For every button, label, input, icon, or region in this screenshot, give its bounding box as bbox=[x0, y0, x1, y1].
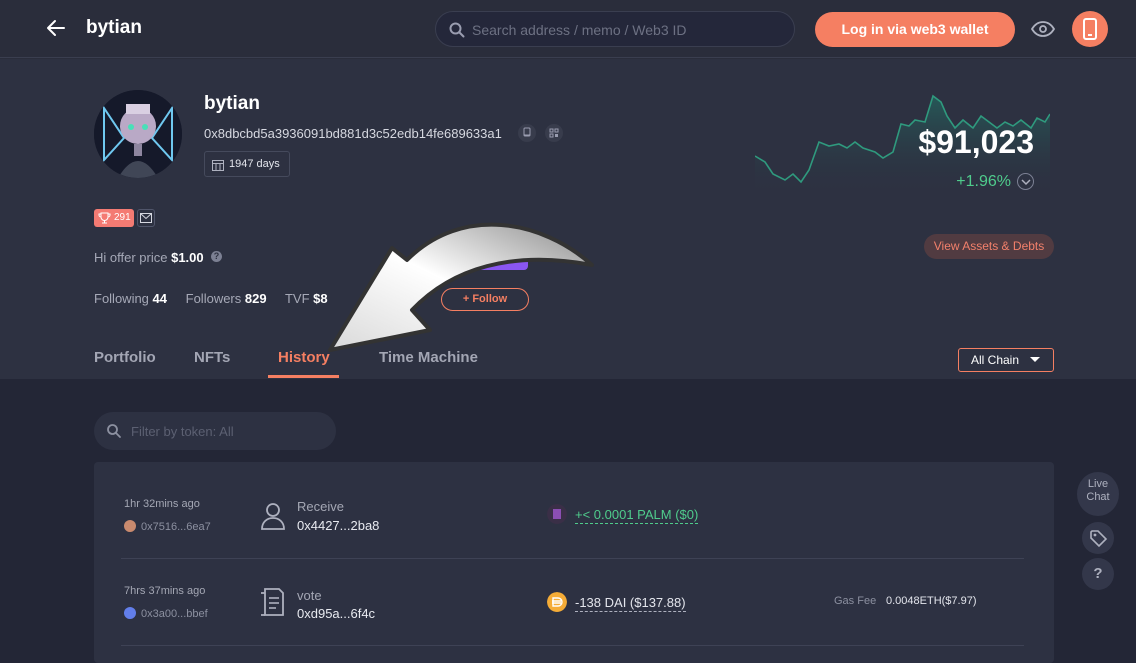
offer-value: $1.00 bbox=[171, 250, 204, 265]
offer-price: Hi offer price $1.00 bbox=[94, 250, 204, 265]
search-icon bbox=[107, 424, 121, 438]
calendar-icon bbox=[212, 160, 224, 171]
phone-icon bbox=[1083, 18, 1097, 40]
history-amount[interactable]: +< 0.0001 PALM ($0) bbox=[575, 507, 699, 524]
back-arrow-icon[interactable] bbox=[44, 16, 68, 40]
login-button[interactable]: Log in via web3 wallet bbox=[815, 12, 1015, 47]
chevron-down-icon[interactable] bbox=[1017, 173, 1034, 190]
help-icon[interactable]: ? bbox=[211, 251, 222, 262]
account-age-badge: 1947 days bbox=[204, 151, 290, 177]
social-stats: Following 44 Followers 829 TVF $8 bbox=[94, 291, 343, 306]
chain-select[interactable]: All Chain bbox=[958, 348, 1054, 372]
followers-label: Followers bbox=[185, 291, 242, 306]
followers-count[interactable]: 829 bbox=[245, 291, 267, 306]
token-filter-input[interactable]: Filter by token: All bbox=[94, 412, 336, 450]
history-list: 1hr 32mins ago 0x7516...6ea7 Receive 0x4… bbox=[94, 462, 1054, 663]
history-hash[interactable]: 0x4427...2ba8 bbox=[297, 518, 379, 533]
history-time: 7hrs 37mins ago bbox=[124, 585, 206, 597]
history-type: Receive bbox=[297, 499, 344, 514]
search-input[interactable]: Search address / memo / Web3 ID bbox=[435, 11, 795, 47]
gas-fee-value: 0.0048ETH($7.97) bbox=[886, 595, 977, 607]
eye-icon[interactable] bbox=[1030, 17, 1056, 41]
trophy-count: 291 bbox=[114, 212, 131, 223]
tab-nfts[interactable]: NFTs bbox=[194, 349, 230, 366]
history-source[interactable]: 0x3a00...bbef bbox=[124, 607, 208, 620]
history-row: 1hr 32mins ago 0x7516...6ea7 Receive 0x4… bbox=[94, 462, 1054, 548]
history-source[interactable]: 0x7516...6ea7 bbox=[124, 520, 211, 533]
caret-down-icon bbox=[1030, 357, 1040, 362]
search-icon bbox=[449, 22, 465, 38]
history-row: 7hrs 37mins ago 0x3a00...bbef vote 0xd95… bbox=[94, 550, 1054, 636]
history-source-address: 0x7516...6ea7 bbox=[141, 521, 211, 533]
row-divider bbox=[121, 645, 1024, 646]
tag-icon[interactable] bbox=[1082, 522, 1114, 554]
tab-portfolio[interactable]: Portfolio bbox=[94, 349, 156, 366]
trophy-badge[interactable]: 291 bbox=[94, 209, 134, 227]
tvf-label: TVF bbox=[284, 291, 310, 306]
active-tab-indicator bbox=[268, 375, 339, 378]
avatar bbox=[94, 90, 182, 178]
palm-token-icon bbox=[547, 504, 567, 524]
chain-select-value: All Chain bbox=[971, 353, 1020, 367]
networth-change: +1.96% bbox=[956, 173, 1011, 190]
history-source-address: 0x3a00...bbef bbox=[141, 608, 208, 620]
page-title: bytian bbox=[86, 17, 142, 38]
copy-icon[interactable] bbox=[518, 124, 536, 142]
view-assets-button[interactable]: View Assets & Debts bbox=[924, 234, 1054, 259]
live-chat-button[interactable]: Live Chat bbox=[1077, 472, 1119, 516]
phone-app-button[interactable] bbox=[1072, 11, 1108, 47]
networth-value: $91,023 bbox=[918, 124, 1034, 160]
following-count[interactable]: 44 bbox=[153, 291, 167, 306]
offer-label: Hi offer price bbox=[94, 250, 168, 265]
curved-arrow-icon bbox=[328, 222, 594, 352]
history-amount[interactable]: -138 DAI ($137.88) bbox=[575, 595, 686, 612]
history-type: vote bbox=[297, 588, 322, 603]
search-placeholder: Search address / memo / Web3 ID bbox=[472, 22, 687, 38]
gas-fee-label: Gas Fee bbox=[834, 595, 877, 607]
following-label: Following bbox=[94, 291, 149, 306]
user-icon bbox=[261, 503, 285, 530]
mail-icon[interactable] bbox=[137, 209, 155, 227]
token-filter-placeholder: Filter by token: All bbox=[131, 424, 234, 439]
top-bar: bytian Search address / memo / Web3 ID L… bbox=[0, 0, 1136, 58]
help-button[interactable]: ? bbox=[1082, 558, 1114, 590]
profile-name: bytian bbox=[204, 93, 260, 114]
history-time: 1hr 32mins ago bbox=[124, 498, 200, 510]
document-icon bbox=[261, 588, 284, 616]
dai-token-icon bbox=[547, 592, 567, 612]
qr-code-icon[interactable] bbox=[545, 124, 563, 142]
trophy-icon bbox=[98, 212, 111, 224]
wallet-address: 0x8dbcbd5a3936091bd881d3c52edb14fe689633… bbox=[204, 126, 502, 141]
account-age-text: 1947 days bbox=[229, 158, 280, 170]
history-hash[interactable]: 0xd95a...6f4c bbox=[297, 606, 375, 621]
